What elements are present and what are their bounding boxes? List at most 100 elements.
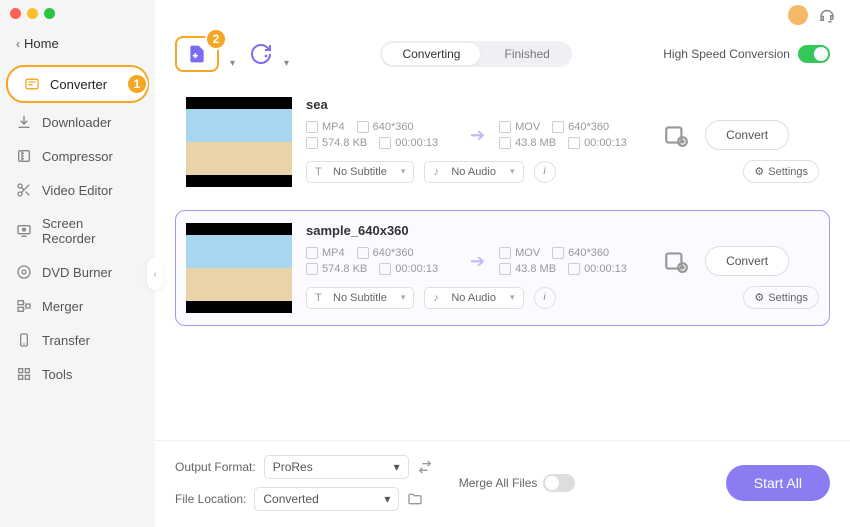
sidebar-item-label: Screen Recorder (42, 216, 139, 246)
compressor-icon (16, 148, 32, 164)
start-all-button[interactable]: Start All (726, 465, 830, 501)
sidebar-item-label: Merger (42, 299, 83, 314)
swap-icon[interactable] (417, 459, 433, 475)
tools-icon (16, 366, 32, 382)
sidebar-item-compressor[interactable]: Compressor (0, 139, 155, 173)
sidebar-item-dvd-burner[interactable]: DVD Burner (0, 255, 155, 289)
tab-converting[interactable]: Converting (382, 43, 480, 65)
file-title: sea (306, 97, 819, 112)
downloader-icon (16, 114, 32, 130)
info-button[interactable]: i (534, 287, 556, 309)
toolbar: 2 ▾ ▾ Converting Finished High Speed Con… (155, 30, 850, 84)
merge-all-files: Merge All Files (459, 474, 576, 492)
file-location-select[interactable]: Converted ▾ (254, 487, 399, 511)
topbar (155, 0, 850, 30)
filesize-icon (306, 263, 318, 275)
subtitle-icon: T (315, 166, 327, 178)
output-format-select[interactable]: ProRes ▾ (264, 455, 409, 479)
home-link[interactable]: ‹ Home (0, 30, 155, 57)
sidebar-item-label: Compressor (42, 149, 113, 164)
output-preset-button[interactable] (663, 248, 689, 274)
video-format-icon (499, 247, 511, 259)
resolution-icon (552, 121, 564, 133)
sidebar-item-label: Transfer (42, 333, 90, 348)
output-format-label: Output Format: (175, 460, 256, 474)
video-format-icon (499, 121, 511, 133)
sidebar: ‹ Home Converter 1 Downloader Compressor… (0, 0, 155, 527)
high-speed-toggle[interactable] (798, 45, 830, 63)
file-title: sample_640x360 (306, 223, 819, 238)
settings-button[interactable]: ⚙ Settings (743, 286, 819, 309)
add-file-wrap: 2 (175, 36, 219, 72)
audio-icon: ♪ (433, 166, 445, 178)
duration-icon (568, 263, 580, 275)
subtitle-dropdown[interactable]: T No Subtitle ▾ (306, 287, 414, 309)
resolution-icon (357, 121, 369, 133)
file-card[interactable]: sample_640x360 MP4 640*360 574.8 KB 00:0… (175, 210, 830, 326)
filesize-icon (499, 263, 511, 275)
sidebar-item-label: DVD Burner (42, 265, 112, 280)
info-button[interactable]: i (534, 161, 556, 183)
sidebar-item-transfer[interactable]: Transfer (0, 323, 155, 357)
convert-button[interactable]: Convert (705, 246, 789, 276)
convert-button[interactable]: Convert (705, 120, 789, 150)
sidebar-item-merger[interactable]: Merger (0, 289, 155, 323)
subtitle-dropdown[interactable]: T No Subtitle ▾ (306, 161, 414, 183)
resolution-icon (552, 247, 564, 259)
badge-2: 2 (205, 28, 227, 50)
sidebar-item-label: Converter (50, 77, 107, 92)
sidebar-item-tools[interactable]: Tools (0, 357, 155, 391)
high-speed-conversion: High Speed Conversion (663, 45, 830, 63)
chevron-down-icon: ▾ (384, 492, 390, 506)
disc-icon (16, 264, 32, 280)
open-folder-button[interactable] (407, 491, 423, 507)
output-preset-button[interactable] (663, 122, 689, 148)
arrow-right-icon: ➔ (470, 251, 485, 272)
file-card[interactable]: sea MP4 640*360 574.8 KB 00:00:13 ➔ MOV … (175, 84, 830, 200)
chevron-left-icon: ‹ (16, 37, 20, 51)
sidebar-item-video-editor[interactable]: Video Editor (0, 173, 155, 207)
sidebar-item-label: Video Editor (42, 183, 113, 198)
maximize-window-button[interactable] (44, 8, 55, 19)
gear-icon: ⚙ (754, 165, 764, 178)
sidebar-item-label: Downloader (42, 115, 111, 130)
collapse-sidebar-button[interactable]: ‹ (147, 258, 163, 290)
add-file-chevron-icon[interactable]: ▾ (230, 58, 235, 69)
sidebar-item-converter[interactable]: Converter 1 (6, 65, 149, 103)
sidebar-nav: Converter 1 Downloader Compressor Video … (0, 65, 155, 391)
home-label: Home (24, 36, 59, 51)
audio-icon: ♪ (433, 292, 445, 304)
main-panel: 2 ▾ ▾ Converting Finished High Speed Con… (155, 0, 850, 527)
sidebar-item-label: Tools (42, 367, 72, 382)
resolution-icon (357, 247, 369, 259)
duration-icon (568, 137, 580, 149)
add-url-chevron-icon[interactable]: ▾ (284, 58, 289, 69)
audio-dropdown[interactable]: ♪ No Audio ▾ (424, 161, 523, 183)
close-window-button[interactable] (10, 8, 21, 19)
settings-button[interactable]: ⚙ Settings (743, 160, 819, 183)
merger-icon (16, 298, 32, 314)
add-url-button[interactable] (249, 42, 273, 66)
card-body: sea MP4 640*360 574.8 KB 00:00:13 ➔ MOV … (306, 97, 819, 187)
sidebar-item-screen-recorder[interactable]: Screen Recorder (0, 207, 155, 255)
sidebar-item-downloader[interactable]: Downloader (0, 105, 155, 139)
chevron-down-icon: ▾ (510, 166, 515, 177)
audio-dropdown[interactable]: ♪ No Audio ▾ (424, 287, 523, 309)
specs-row: MP4 640*360 574.8 KB 00:00:13 ➔ MOV 640*… (306, 246, 819, 276)
avatar[interactable] (788, 5, 808, 25)
merge-toggle[interactable] (543, 474, 575, 492)
support-icon[interactable] (818, 6, 836, 24)
filesize-icon (306, 137, 318, 149)
chevron-down-icon: ▾ (510, 292, 515, 303)
thumbnail[interactable] (186, 223, 292, 313)
duration-icon (379, 137, 391, 149)
badge-1: 1 (126, 73, 148, 95)
converter-icon (24, 76, 40, 92)
minimize-window-button[interactable] (27, 8, 38, 19)
merge-label: Merge All Files (459, 476, 538, 490)
tab-finished[interactable]: Finished (482, 41, 571, 67)
duration-icon (379, 263, 391, 275)
window-controls (10, 8, 55, 19)
thumbnail[interactable] (186, 97, 292, 187)
options-row: T No Subtitle ▾ ♪ No Audio ▾ i ⚙ Setting… (306, 286, 819, 309)
